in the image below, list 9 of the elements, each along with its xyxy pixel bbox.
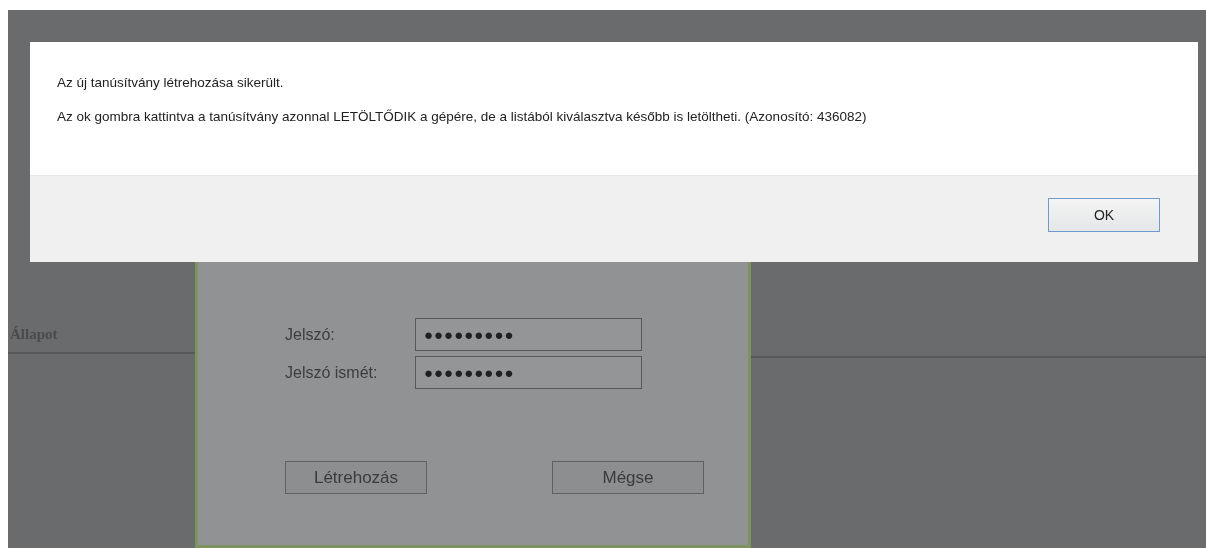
message-text: Az új tanúsítvány létrehozása sikerült. <box>57 74 285 92</box>
field-label: Jelszó ismét: <box>285 362 379 383</box>
password-field[interactable]: ●●●●●●●●● <box>415 318 642 351</box>
password-field[interactable]: ●●●●●●●●● <box>415 356 642 389</box>
ok-button[interactable]: OK <box>1048 198 1160 232</box>
message-text: Az ok gombra kattintva a tanúsítvány azonnal LETÖLTŐDIK a gépére, de a listából kiválasztva később is letöltheti. (Azonosító: 436082) <box>57 108 868 127</box>
field-label: Jelszó: <box>285 324 336 345</box>
create-button[interactable]: Létrehozás <box>285 461 427 494</box>
cancel-button[interactable]: Mégse <box>552 461 704 494</box>
